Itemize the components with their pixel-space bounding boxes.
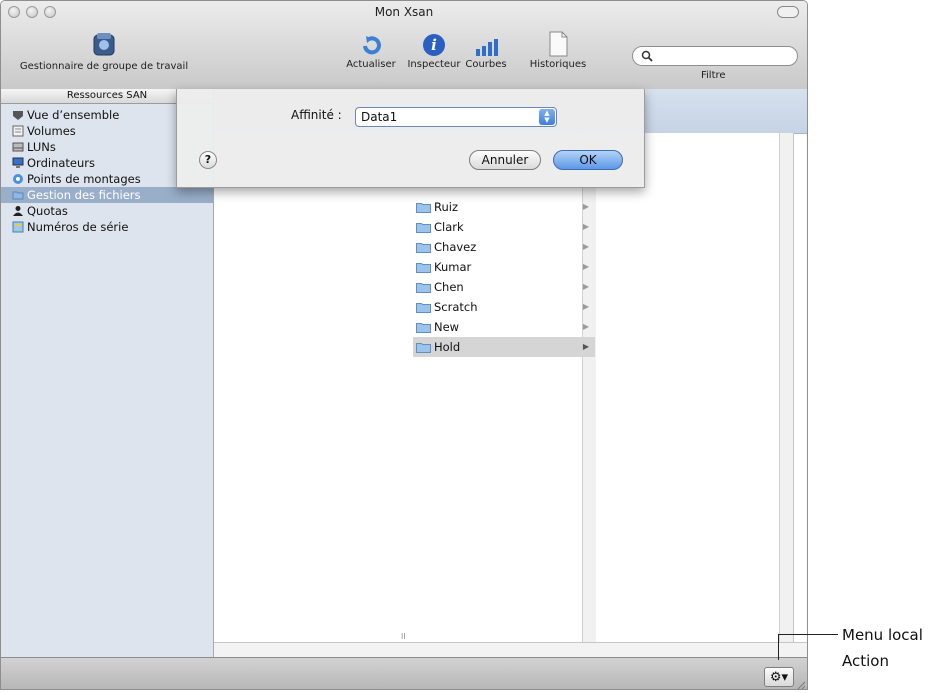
disclosure-arrow-icon: ▶ xyxy=(582,262,589,271)
folder-icon xyxy=(416,203,431,213)
column-resize-grip[interactable]: ll xyxy=(401,632,405,641)
sidebar-item-label: Volumes xyxy=(27,124,76,138)
resize-handle-icon[interactable] xyxy=(795,680,805,690)
filter-search-input[interactable] xyxy=(632,46,798,66)
folder-list: Ruiz ▶ Clark ▶ Chavez ▶ Kumar ▶ Chen ▶ Scratch ▶ New… xyxy=(413,197,595,357)
refresh-label: Actualiser xyxy=(346,59,396,70)
folder-name: Clark xyxy=(434,220,464,234)
affinity-sheet: Affinité : Data1 ▲ ▼ ? Annuler OK xyxy=(176,89,645,188)
disclosure-arrow-icon: ▶ xyxy=(582,222,589,231)
folder-item[interactable]: Clark ▶ xyxy=(413,217,595,237)
disclosure-arrow-icon: ▶ xyxy=(582,342,589,351)
horizontal-scrollbar[interactable] xyxy=(214,642,807,657)
affinity-select[interactable]: Data1 ▲ ▼ xyxy=(355,107,557,127)
folder-icon xyxy=(416,223,431,233)
sidebar-item-label: Vue d’ensemble xyxy=(27,108,120,122)
folder-name: New xyxy=(434,320,460,334)
refresh-icon xyxy=(363,36,381,55)
document-icon xyxy=(549,31,568,57)
sidebar-item-label: LUNs xyxy=(27,140,56,154)
callout-label-action: Action xyxy=(842,652,889,670)
browser-column-3[interactable] xyxy=(596,133,794,643)
action-menu-button[interactable]: ⚙▾ xyxy=(764,667,794,687)
sidebar-item[interactable]: Quotas xyxy=(1,203,213,219)
cancel-button[interactable]: Annuler xyxy=(469,150,541,170)
computer-icon xyxy=(12,157,24,168)
app-window: Mon Xsan Gestionnaire de groupe de trava… xyxy=(0,0,808,690)
sidebar-item-label: Quotas xyxy=(27,204,68,218)
folder-item[interactable]: Scratch ▶ xyxy=(413,297,595,317)
folder-item[interactable]: Chavez ▶ xyxy=(413,237,595,257)
folder-name: Kumar xyxy=(434,260,472,274)
disclosure-arrow-icon: ▶ xyxy=(582,302,589,311)
folder-item[interactable]: New ▶ xyxy=(413,317,595,337)
serial-icon xyxy=(12,221,24,233)
sidebar-item-label: Ordinateurs xyxy=(27,156,96,170)
affinity-value: Data1 xyxy=(361,110,398,124)
folder-icon xyxy=(12,191,24,200)
folder-icon xyxy=(416,303,431,313)
folder-icon xyxy=(416,263,431,273)
filter-label: Filtre xyxy=(701,70,726,81)
sidebar-item[interactable]: Numéros de série xyxy=(1,219,213,235)
logs-label: Historiques xyxy=(529,59,587,70)
column-3-scrollbar[interactable] xyxy=(779,133,793,643)
sidebar-item-label: Points de montages xyxy=(27,172,141,186)
inspector-button[interactable]: i Inspecteur xyxy=(404,33,464,70)
folder-name: Scratch xyxy=(434,300,478,314)
callout-horizontal-line xyxy=(778,634,838,635)
sidebar-item-label: Numéros de série xyxy=(27,220,129,234)
folder-item[interactable]: Hold ▶ xyxy=(413,337,595,357)
bottom-bar: ⚙▾ xyxy=(1,657,807,690)
title-toolbar: Mon Xsan Gestionnaire de groupe de trava… xyxy=(1,1,807,90)
overview-icon xyxy=(13,111,23,120)
help-button[interactable]: ? xyxy=(199,151,217,169)
inspector-label: Inspecteur xyxy=(407,59,461,70)
search-icon xyxy=(641,50,653,62)
disclosure-arrow-icon: ▶ xyxy=(582,282,589,291)
popup-arrows-icon: ▲ ▼ xyxy=(539,109,555,125)
refresh-button[interactable]: Actualiser xyxy=(341,35,401,70)
folder-name: Hold xyxy=(434,340,461,354)
folder-icon xyxy=(416,283,431,293)
workgroup-manager-icon xyxy=(93,33,115,56)
browser-column-1[interactable] xyxy=(214,133,400,643)
window-title: Mon Xsan xyxy=(374,5,434,19)
volume-icon xyxy=(12,125,24,137)
graphs-label: Courbes xyxy=(465,59,507,70)
logs-button[interactable]: Historiques xyxy=(523,31,593,70)
lun-icon xyxy=(12,142,24,152)
folder-icon xyxy=(416,323,431,333)
sidebar-item-label: Gestion des fichiers xyxy=(27,188,141,202)
person-icon xyxy=(13,206,23,216)
graphs-button[interactable]: Courbes xyxy=(459,37,513,70)
folder-name: Ruiz xyxy=(434,200,458,214)
sidebar-item[interactable]: Gestion des fichiers xyxy=(1,187,213,203)
info-icon: i xyxy=(423,34,445,56)
workgroup-manager-label: Gestionnaire de groupe de travail xyxy=(19,61,189,72)
folder-item[interactable]: Chen ▶ xyxy=(413,277,595,297)
callout-vertical-line xyxy=(778,634,779,660)
svg-text:i: i xyxy=(431,36,437,54)
disclosure-arrow-icon: ▶ xyxy=(582,242,589,251)
mount-icon xyxy=(13,174,23,184)
gear-icon: ⚙▾ xyxy=(769,669,789,685)
bar-graph-icon xyxy=(476,39,498,56)
folder-icon xyxy=(416,243,431,253)
folder-item[interactable]: Kumar ▶ xyxy=(413,257,595,277)
callout-label-menu: Menu local xyxy=(842,626,923,644)
folder-name: Chavez xyxy=(434,240,477,254)
disclosure-arrow-icon: ▶ xyxy=(582,322,589,331)
disclosure-arrow-icon: ▶ xyxy=(582,202,589,211)
folder-name: Chen xyxy=(434,280,464,294)
affinity-label: Affinité : xyxy=(291,108,342,122)
folder-item[interactable]: Ruiz ▶ xyxy=(413,197,595,217)
ok-button[interactable]: OK xyxy=(553,150,623,170)
workgroup-manager-button[interactable]: Gestionnaire de groupe de travail xyxy=(9,29,199,72)
folder-icon xyxy=(416,343,431,353)
